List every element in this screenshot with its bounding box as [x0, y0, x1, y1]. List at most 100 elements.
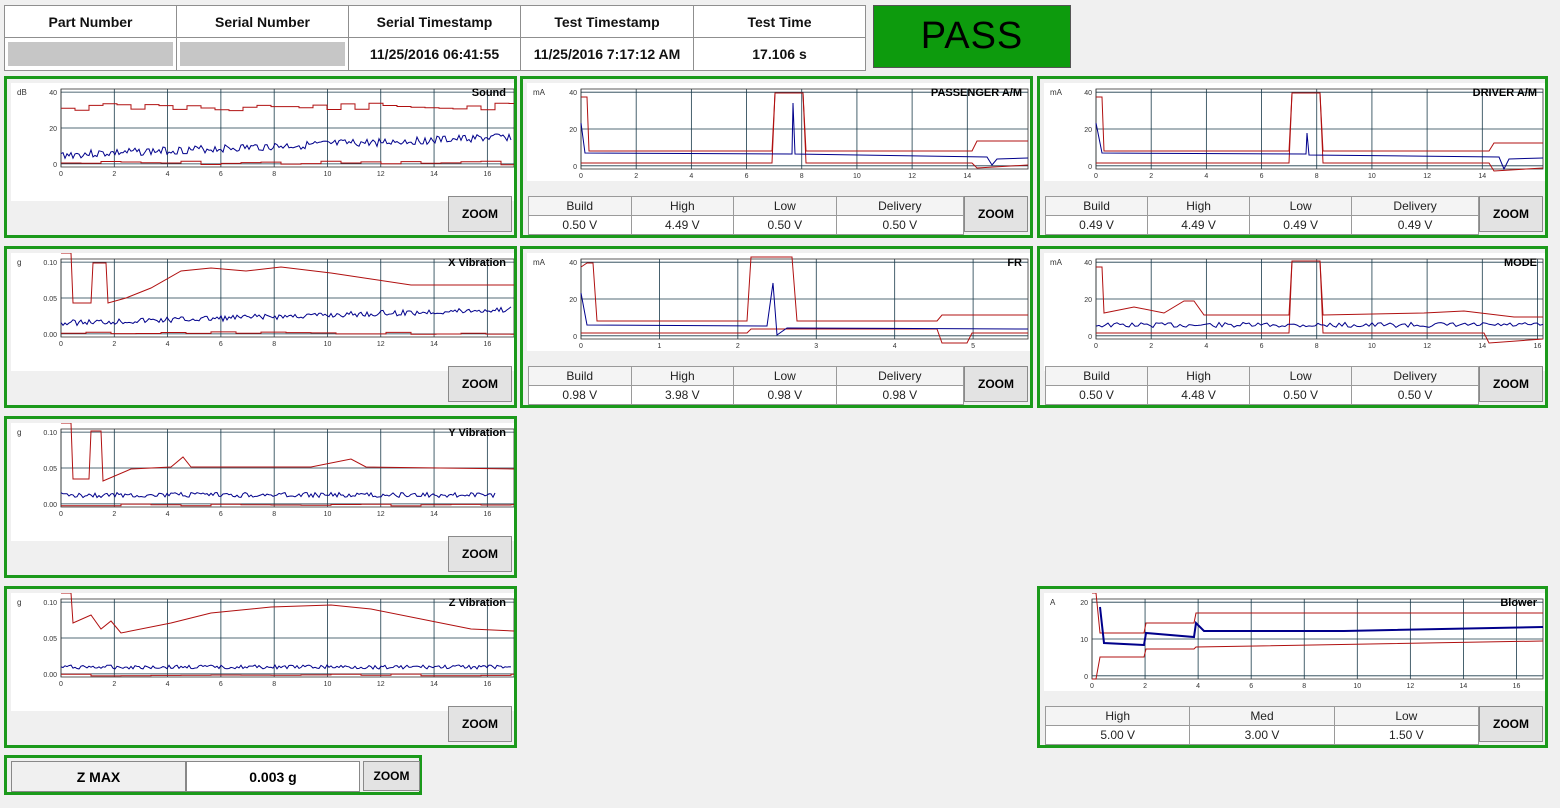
x-tick-label: 6	[1260, 343, 1264, 350]
z-max-zoom-button[interactable]: ZOOM	[363, 761, 420, 791]
blower-chart: A 20 10 0 0 2 4 6 8 10 12 14 16 Blower	[1044, 593, 1545, 691]
build-header: Build	[1044, 196, 1149, 216]
delivery-value: 0.50 V	[835, 215, 965, 235]
x-tick-label: 14	[963, 173, 971, 180]
y-tick-label: 0	[573, 334, 577, 341]
x-tick-label: 14	[1478, 173, 1486, 180]
x-tick-label: 8	[272, 511, 276, 518]
x-tick-label: 0	[1090, 683, 1094, 690]
x-tick-label: 4	[689, 173, 693, 180]
passenger-am-title: PASSENGER A/M	[930, 87, 1022, 99]
unit-label: mA	[533, 88, 546, 97]
y-tick-label: 0.05	[43, 466, 57, 473]
x-vibration-title: X Vibration	[448, 257, 506, 269]
test-time-value: 17.106 s	[693, 37, 866, 71]
mode-chart: mA 40 20 0 0 2 4 6 8 10 12 14 16 MODE	[1044, 253, 1545, 371]
x-tick-label: 4	[1204, 173, 1208, 180]
low-value: 0.50 V	[733, 215, 837, 235]
x-tick-label: 2	[112, 171, 116, 178]
x-tick-label: 10	[853, 173, 861, 180]
high-header: High	[1147, 196, 1251, 216]
z-vibration-zoom-button[interactable]: ZOOM	[448, 706, 512, 742]
delivery-header: Delivery	[1351, 366, 1479, 386]
x-tick-label: 6	[1260, 173, 1264, 180]
unit-label: g	[17, 428, 21, 437]
part-number-value	[4, 37, 177, 71]
low-value: 0.50 V	[1249, 385, 1353, 405]
x-tick-label: 12	[377, 681, 385, 688]
y-tick-label: 0.10	[43, 430, 57, 437]
y-tick-label: 0	[53, 162, 57, 169]
x-tick-label: 6	[219, 171, 223, 178]
y-tick-label: 0.00	[43, 332, 57, 339]
x-vibration-signal-trace	[60, 306, 512, 327]
y-tick-label: 0.05	[43, 296, 57, 303]
x-tick-label: 2	[1143, 683, 1147, 690]
fr-panel: mA 40 20 0 0 1 2 3 4 5 FR Build High Low Delivery…	[520, 246, 1033, 408]
build-value: 0.98 V	[528, 385, 632, 405]
x-tick-label: 0	[59, 341, 63, 348]
serial-timestamp-header: Serial Timestamp	[348, 5, 521, 38]
x-tick-label: 12	[377, 511, 385, 518]
low-value: 0.49 V	[1249, 215, 1353, 235]
x-tick-label: 14	[1460, 683, 1468, 690]
x-tick-label: 4	[1204, 343, 1208, 350]
x-tick-label: 10	[324, 171, 332, 178]
z-vibration-chart: g 0.10 0.05 0.00 0 2 4 6 8 10 12 14 16 Z Vibration	[11, 593, 514, 711]
pass-status-indicator: PASS	[873, 5, 1071, 68]
x-tick-label: 0	[59, 171, 63, 178]
delivery-value: 0.98 V	[835, 385, 965, 405]
x-tick-label: 4	[166, 341, 170, 348]
z-max-value: 0.003 g	[186, 761, 360, 792]
x-tick-label: 3	[814, 343, 818, 350]
driver-am-zoom-button[interactable]: ZOOM	[1479, 196, 1543, 232]
x-tick-label: 8	[272, 681, 276, 688]
mode-values-table: Build High Low Delivery 0.50 V 4.48 V 0.…	[1044, 366, 1479, 405]
build-value: 0.49 V	[1044, 215, 1149, 235]
high-value: 5.00 V	[1044, 725, 1191, 745]
y-tick-label: 40	[1084, 260, 1092, 267]
delivery-value: 0.50 V	[1351, 385, 1479, 405]
unit-label: A	[1050, 598, 1056, 607]
y-tick-label: 0	[1088, 334, 1092, 341]
x-tick-label: 2	[634, 173, 638, 180]
lower-limit-trace	[1096, 260, 1544, 344]
x-tick-label: 8	[272, 341, 276, 348]
lower-limit-trace	[61, 503, 514, 507]
x-tick-label: 6	[1249, 683, 1253, 690]
x-tick-label: 14	[1478, 343, 1486, 350]
x-tick-label: 4	[166, 511, 170, 518]
x-vibration-zoom-button[interactable]: ZOOM	[448, 366, 512, 402]
sound-zoom-button[interactable]: ZOOM	[448, 196, 512, 232]
x-tick-label: 4	[893, 343, 897, 350]
y-vibration-zoom-button[interactable]: ZOOM	[448, 536, 512, 572]
x-tick-label: 0	[1094, 343, 1098, 350]
y-tick-label: 0.10	[43, 600, 57, 607]
low-header: Low	[1249, 196, 1353, 216]
blower-zoom-button[interactable]: ZOOM	[1479, 706, 1543, 742]
x-tick-label: 12	[1423, 173, 1431, 180]
high-value: 3.98 V	[630, 385, 735, 405]
mode-zoom-button[interactable]: ZOOM	[1479, 366, 1543, 402]
test-timestamp-header: Test Timestamp	[520, 5, 694, 38]
z-max-label: Z MAX	[11, 761, 186, 792]
x-tick-label: 10	[324, 511, 332, 518]
low-header: Low	[733, 366, 837, 386]
sound-panel: dB 40 20 0 0 2 4 6 8 10 12 14 16 Sound ZOOM	[4, 76, 517, 238]
x-tick-label: 4	[166, 681, 170, 688]
x-tick-label: 0	[59, 511, 63, 518]
x-tick-label: 12	[1423, 343, 1431, 350]
test-info-table: Part Number Serial Number Serial Timesta…	[4, 5, 866, 71]
y-vibration-panel: g 0.10 0.05 0.00 0 2 4 6 8 10 12 14 16 Y Vibration Z…	[4, 416, 517, 578]
x-tick-label: 10	[324, 681, 332, 688]
passenger-am-panel: mA 40 20 0 0 2 4 6 8 10 12 14 PASSENGER A/M Build H…	[520, 76, 1033, 238]
low-header: Low	[733, 196, 837, 216]
fr-zoom-button[interactable]: ZOOM	[964, 366, 1028, 402]
x-tick-label: 8	[1315, 343, 1319, 350]
fr-chart: mA 40 20 0 0 1 2 3 4 5 FR	[527, 253, 1030, 351]
y-vibration-signal-trace	[60, 491, 496, 499]
passenger-am-zoom-button[interactable]: ZOOM	[964, 196, 1028, 232]
build-header: Build	[528, 196, 632, 216]
x-tick-label: 2	[736, 343, 740, 350]
sound-title: Sound	[471, 87, 506, 99]
